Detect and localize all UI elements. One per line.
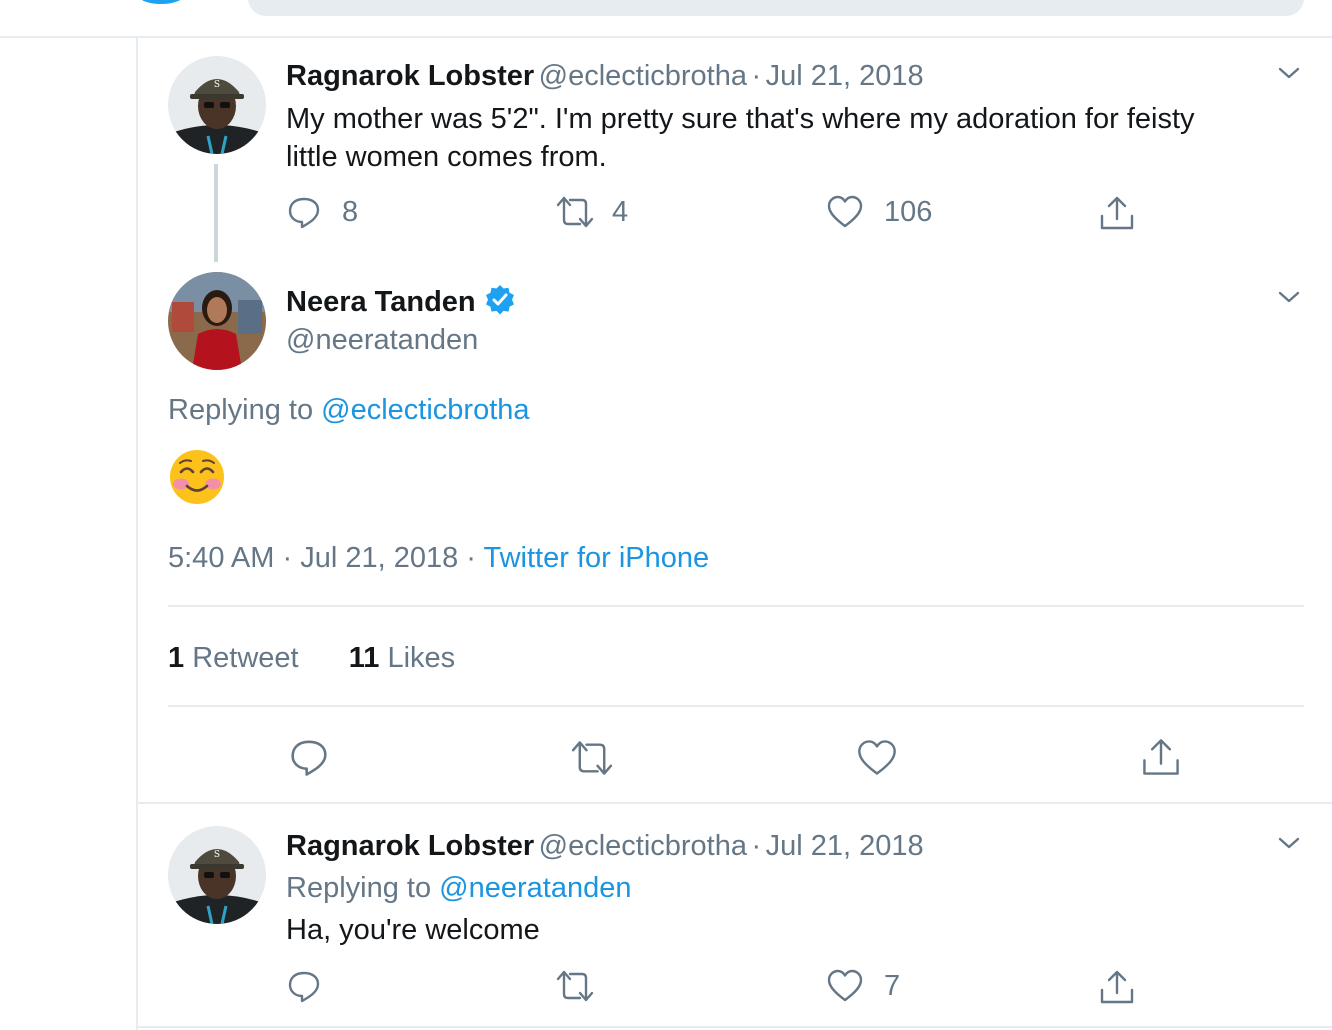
chevron-down-icon[interactable] [1274,282,1304,312]
retweet-icon[interactable] [554,968,596,1004]
reply-icon[interactable] [288,736,330,778]
share-icon[interactable] [1098,194,1136,232]
reply-icon[interactable] [286,194,322,230]
replying-to-link[interactable]: @eclecticbrotha [321,394,529,426]
tweet3-header: Ragnarok Lobster @eclecticbrotha · Jul 2… [286,828,924,869]
display-name[interactable]: Ragnarok Lobster [286,60,534,92]
search-input[interactable] [248,0,1304,16]
tweet-stats: 1 Retweet 11 Likes [168,640,455,676]
tweet-date[interactable]: Jul 21, 2018 [766,60,924,92]
likes-stat-count: 11 [348,642,380,674]
avatar-ragnarok-lobster[interactable]: S [168,56,266,154]
heart-icon[interactable] [826,968,864,1004]
top-bar [0,0,1332,38]
like-count: 106 [884,196,933,228]
reply-icon[interactable] [286,968,322,1004]
tweet-source-link[interactable]: Twitter for iPhone [484,542,710,574]
share-icon[interactable] [1098,968,1136,1006]
replying-to-prefix: Replying to [168,394,314,426]
user-handle[interactable]: @neeratanden [286,322,478,358]
main-tweet-header: Neera Tanden [286,284,516,325]
replying-to-link[interactable]: @neeratanden [439,872,631,904]
tweet-text: Ha, you're welcome [286,914,540,946]
column-border [136,38,138,1030]
separator-dot: · [751,60,762,92]
display-name[interactable]: Neera Tanden [286,286,476,318]
tweet-timestamp-line: 5:40 AM · Jul 21, 2018 · Twitter for iPh… [168,540,709,576]
tweet1-header: Ragnarok Lobster @eclecticbrotha · Jul 2… [286,58,924,99]
smiling-face-with-blush-emoji [170,450,224,504]
retweet-icon[interactable] [554,194,596,230]
avatar-ragnarok-lobster[interactable]: S [168,826,266,924]
retweet-stat-label: Retweet [192,642,299,674]
verified-badge-icon [486,285,515,315]
separator-dot: · [466,542,476,574]
heart-icon[interactable] [826,194,864,230]
divider [168,705,1304,707]
likes-stat[interactable]: 11 Likes [349,642,455,674]
separator-dot: · [282,542,293,574]
divider [168,605,1304,607]
user-handle[interactable]: @eclecticbrotha [539,830,747,862]
thread-connector-line [214,164,218,262]
replying-to-line: Replying to @eclecticbrotha [168,392,530,428]
chevron-down-icon[interactable] [1274,58,1304,88]
user-handle[interactable]: @eclecticbrotha [539,60,747,92]
svg-text:S: S [214,80,220,90]
tweet-text-line: My mother was 5'2". I'm pretty sure that… [286,103,1195,135]
avatar-neera-tanden[interactable] [168,272,266,370]
replying-to-line: Replying to @neeratanden [286,870,631,906]
tweet-time[interactable]: 5:40 AM [168,542,274,574]
svg-text:S: S [214,850,220,860]
retweet-stat-count: 1 [168,642,185,674]
compose-avatar-peek[interactable] [138,0,184,4]
separator-dot: · [751,830,762,862]
divider [136,802,1332,804]
tweet-date[interactable]: Jul 21, 2018 [300,542,458,574]
reply-count: 8 [342,196,359,228]
tweet-text-line: little women comes from. [286,141,607,173]
display-name[interactable]: Ragnarok Lobster [286,830,534,862]
divider [136,1026,1332,1028]
retweet-count: 4 [612,196,629,228]
retweet-stat[interactable]: 1 Retweet [168,642,307,674]
retweet-icon[interactable] [568,738,616,778]
chevron-down-icon[interactable] [1274,828,1304,858]
tweet-date[interactable]: Jul 21, 2018 [766,830,924,862]
share-icon[interactable] [1140,736,1182,778]
like-count: 7 [884,970,901,1002]
tweet-text: My mother was 5'2". I'm pretty sure that… [286,100,1195,176]
replying-to-prefix: Replying to [286,872,432,904]
heart-icon[interactable] [856,738,898,778]
likes-stat-label: Likes [387,642,456,674]
